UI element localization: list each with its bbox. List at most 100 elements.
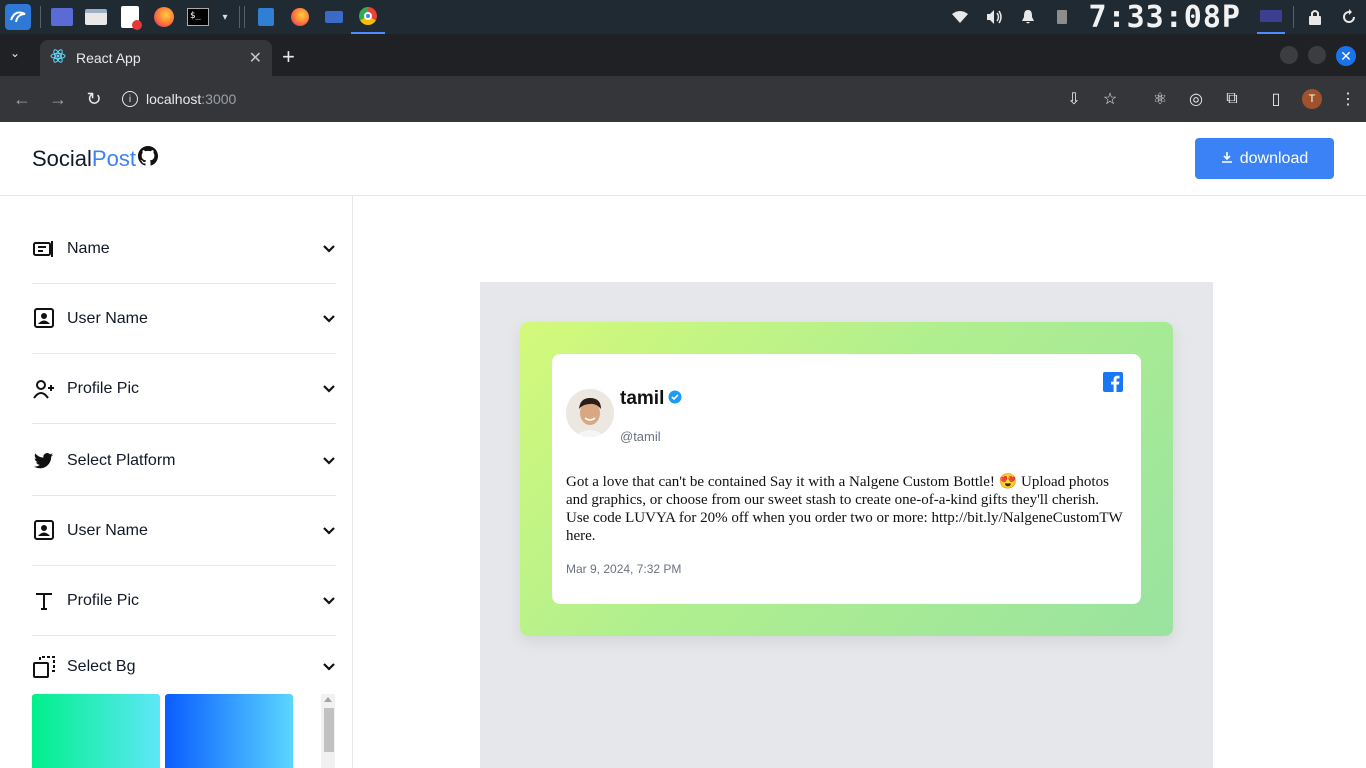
chevron-down-icon <box>323 314 335 323</box>
kali-menu-icon[interactable] <box>5 4 31 30</box>
bookmark-star-icon[interactable]: ☆ <box>1092 89 1128 109</box>
notification-bell-icon[interactable] <box>1016 5 1040 29</box>
bg-swatch-green[interactable] <box>32 694 160 768</box>
logo-accent: Post <box>91 146 136 171</box>
author-name: tamil <box>620 388 665 409</box>
contact-icon <box>32 519 56 543</box>
maximize-button[interactable] <box>1308 46 1326 64</box>
name-card-icon <box>32 237 56 261</box>
firefox-icon[interactable] <box>152 5 176 29</box>
chevron-down-icon <box>323 384 335 393</box>
text-editor-icon[interactable] <box>118 5 142 30</box>
verified-badge-icon <box>668 388 682 410</box>
accordion-label: Profile Pic <box>67 379 140 397</box>
taskbar-divider <box>239 6 240 28</box>
tab-search-icon[interactable]: ⌄ <box>10 46 20 60</box>
scroll-up-arrow[interactable] <box>324 697 332 702</box>
reload-icon[interactable]: ↻ <box>76 89 112 110</box>
post-background: tamil @tamil Got a love that can't be co… <box>520 322 1173 636</box>
facebook-icon <box>1103 372 1123 392</box>
accordion-select-bg[interactable]: Select Bg <box>32 636 336 698</box>
user-plus-icon <box>32 377 56 401</box>
tab-title: React App <box>76 50 141 66</box>
profile-picture <box>566 389 614 437</box>
chevron-down-icon <box>323 456 335 465</box>
accordion-profile-pic[interactable]: Profile Pic <box>32 354 336 424</box>
post-date: Mar 9, 2024, 7:32 PM <box>566 562 682 576</box>
taskbar-divider <box>1293 6 1294 28</box>
post-text: Got a love that can't be contained Say i… <box>566 474 1123 544</box>
side-panel-icon[interactable]: ▯ <box>1258 89 1294 109</box>
close-window-button[interactable]: ✕ <box>1336 46 1356 66</box>
app-header: Social Post download <box>0 122 1366 196</box>
extension-react-icon[interactable]: ⚛ <box>1142 89 1178 109</box>
contact-icon <box>32 307 56 331</box>
firefox-window-icon[interactable] <box>288 5 312 29</box>
profile-avatar[interactable]: T <box>1302 89 1322 109</box>
background-swatches <box>32 694 336 768</box>
download-icon <box>1221 150 1233 168</box>
volume-icon[interactable] <box>982 5 1006 29</box>
swatch-scrollbar[interactable] <box>321 694 335 768</box>
chevron-down-icon <box>323 526 335 535</box>
download-button[interactable]: download <box>1195 138 1334 179</box>
settings-sidebar: Name User Name Profile Pic Select Platfo… <box>0 196 353 768</box>
back-icon[interactable]: ← <box>4 89 40 110</box>
accordion-label: User Name <box>67 309 148 327</box>
post-author-name: tamil <box>620 388 682 410</box>
preview-area: tamil @tamil Got a love that can't be co… <box>480 282 1213 768</box>
workspace-icon[interactable] <box>50 5 74 29</box>
file-manager-icon[interactable] <box>84 5 108 29</box>
extension-target-icon[interactable]: ◎ <box>1178 89 1214 109</box>
accordion-name[interactable]: Name <box>32 214 336 284</box>
browser-tab-react-app[interactable]: React App ✕ <box>40 40 272 76</box>
new-tab-button[interactable]: + <box>282 44 295 70</box>
accordion-user-name-2[interactable]: User Name <box>32 496 336 566</box>
post-card: tamil @tamil Got a love that can't be co… <box>552 354 1141 604</box>
accordion-label: Select Bg <box>67 658 136 675</box>
extensions-puzzle-icon[interactable]: ⧉ <box>1214 90 1250 108</box>
taskbar-divider <box>40 6 41 28</box>
logout-icon[interactable] <box>1337 5 1361 29</box>
close-tab-icon[interactable]: ✕ <box>249 48 262 68</box>
chevron-down-icon <box>323 244 335 253</box>
display-icon[interactable] <box>1257 0 1285 34</box>
more-menu-icon[interactable]: ⋮ <box>1330 89 1366 109</box>
battery-icon[interactable] <box>1050 5 1074 29</box>
wifi-icon[interactable] <box>948 5 972 29</box>
lock-icon[interactable] <box>1303 5 1327 29</box>
minimize-button[interactable] <box>1280 46 1298 64</box>
chrome-icon[interactable] <box>351 0 385 34</box>
chevron-down-icon <box>323 663 335 671</box>
forward-icon[interactable]: → <box>40 89 76 110</box>
accordion-select-platform[interactable]: Select Platform <box>32 426 336 496</box>
app-logo[interactable]: Social Post <box>32 146 158 172</box>
browser-toolbar: ← → ↻ i localhost:3000 ⇩ ☆ ⚛ ◎ ⧉ ▯ T ⋮ <box>0 76 1366 122</box>
install-app-icon[interactable]: ⇩ <box>1056 89 1092 109</box>
url-port: :3000 <box>201 91 237 107</box>
accordion-label: Profile Pic <box>67 591 140 609</box>
accordion-label: Name <box>67 239 110 257</box>
logo-main: Social <box>32 146 92 171</box>
url-host: localhost <box>146 91 202 107</box>
browser-tab-bar: ⌄ React App ✕ + ✕ <box>0 34 1366 76</box>
notes-app-icon[interactable] <box>254 5 278 29</box>
github-icon[interactable] <box>137 146 158 172</box>
react-favicon-icon <box>50 48 66 69</box>
twitter-icon <box>32 449 56 473</box>
chevron-down-icon <box>323 596 335 605</box>
accordion-user-name[interactable]: User Name <box>32 284 336 354</box>
scrollbar-thumb[interactable] <box>324 708 334 752</box>
clock: 7:33:08P <box>1088 0 1241 35</box>
chevron-down-icon[interactable]: ▾ <box>220 5 230 29</box>
post-handle: @tamil <box>620 429 661 444</box>
accordion-profile-pic-2[interactable]: Profile Pic <box>32 566 336 636</box>
terminal-icon[interactable]: $_ <box>186 5 210 29</box>
download-label: download <box>1239 149 1309 167</box>
accordion-label: Select Platform <box>67 451 176 469</box>
address-bar[interactable]: localhost:3000 <box>146 91 236 107</box>
bg-swatch-blue[interactable] <box>165 694 293 768</box>
site-info-icon[interactable]: i <box>122 91 138 107</box>
background-icon <box>32 655 56 679</box>
window-icon[interactable] <box>322 5 346 29</box>
